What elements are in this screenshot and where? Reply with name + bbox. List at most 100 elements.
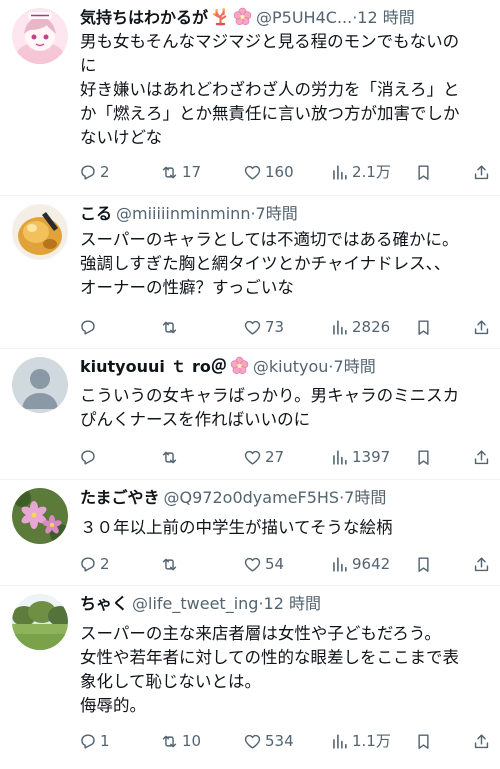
reply-button[interactable]: 2 xyxy=(78,552,110,576)
bookmark-button[interactable] xyxy=(414,315,433,339)
reply-button[interactable]: 2 xyxy=(78,160,110,184)
text-line: ３０年以上前の中学生が描いてそうな絵柄 xyxy=(80,518,393,537)
user-handle[interactable]: @life_tweet_ing xyxy=(132,594,258,613)
tweet-header: ちゃく @life_tweet_ing·12 時間 xyxy=(80,592,490,616)
bookmark-button[interactable] xyxy=(414,729,433,753)
cherry-blossom-emoji xyxy=(230,356,249,375)
heart-icon xyxy=(243,318,262,337)
tweet-text: スーパーの主な来店者層は女性や子どもだろう。 女性や若年者に対しての性的な眼差し… xyxy=(80,622,488,718)
retweet-button[interactable] xyxy=(160,315,182,339)
views-button[interactable]: 1397 xyxy=(330,445,390,469)
retweet-icon xyxy=(160,555,179,574)
reply-button[interactable] xyxy=(78,315,100,339)
reply-icon xyxy=(78,732,97,751)
like-count: 160 xyxy=(265,163,294,181)
display-name[interactable]: ちゃく xyxy=(80,594,128,613)
tweet-feed: 気持ちはわかるが @P5UH4C...·12 時間 男も女もそんなマジマジと見る程… xyxy=(0,0,500,769)
retweet-icon xyxy=(160,318,179,337)
text-line: ないけどな xyxy=(80,128,163,147)
cherry-blossom-emoji xyxy=(233,7,252,26)
display-name[interactable]: 気持ちはわかるが xyxy=(80,8,208,27)
reply-count: 2 xyxy=(100,163,110,181)
display-name[interactable]: こる xyxy=(80,204,112,223)
text-line: 男も女もそんなマジマジと見る程のモンでもないの xyxy=(80,32,460,51)
text-line: か「燃えろ」とか無責任に言い放つ方が加害でしか xyxy=(80,104,460,123)
action-bar: 2 17 160 2.1万 xyxy=(78,160,488,184)
user-handle[interactable]: @miiiiinminminn xyxy=(116,204,250,223)
retweet-button[interactable]: 17 xyxy=(160,160,201,184)
like-count: 534 xyxy=(265,732,294,750)
reply-count: 1 xyxy=(100,732,110,750)
timestamp[interactable]: 7時間 xyxy=(334,357,376,376)
timestamp[interactable]: 7時間 xyxy=(344,488,386,507)
display-name[interactable]: kiutyouui ｔ ro＠ xyxy=(80,357,227,376)
timestamp[interactable]: 12 時間 xyxy=(357,8,414,27)
reply-button[interactable]: 1 xyxy=(78,729,110,753)
action-bar: 73 2826 xyxy=(78,315,488,339)
like-button[interactable]: 73 xyxy=(243,315,284,339)
user-handle[interactable]: @Q972o0dyameF5HS xyxy=(164,488,340,507)
share-button[interactable] xyxy=(472,729,491,753)
timestamp[interactable]: 12 時間 xyxy=(264,594,321,613)
like-button[interactable]: 27 xyxy=(243,445,284,469)
reply-button[interactable] xyxy=(78,445,100,469)
text-line: に xyxy=(80,56,97,75)
avatar[interactable] xyxy=(12,488,68,544)
views-button[interactable]: 2.1万 xyxy=(330,160,391,184)
text-line: 侮辱的。 xyxy=(80,696,146,715)
retweet-icon xyxy=(160,448,179,467)
share-button[interactable] xyxy=(472,160,491,184)
tweet[interactable]: こる @miiiiinminminn·7時間 スーパーのキャラとしては不適切ではあ… xyxy=(0,196,500,349)
action-bar: 27 1397 xyxy=(78,445,488,469)
retweet-button[interactable] xyxy=(160,552,182,576)
views-button[interactable]: 2826 xyxy=(330,315,390,339)
reply-icon xyxy=(78,555,97,574)
share-button[interactable] xyxy=(472,552,491,576)
bookmark-button[interactable] xyxy=(414,160,433,184)
avatar[interactable] xyxy=(12,8,68,64)
display-name[interactable]: たまごやき xyxy=(80,488,160,507)
tweet[interactable]: kiutyouui ｔ ro＠ @kiutyou·7時間 こういうの女キャラばっか… xyxy=(0,349,500,480)
heart-icon xyxy=(243,555,262,574)
like-button[interactable]: 160 xyxy=(243,160,294,184)
tweet-text: ３０年以上前の中学生が描いてそうな絵柄 xyxy=(80,516,488,540)
tweet-text: 男も女もそんなマジマジと見る程のモンでもないの に 好き嫌いはあれどわざわざ人の… xyxy=(80,30,488,150)
like-button[interactable]: 534 xyxy=(243,729,294,753)
view-count: 2826 xyxy=(352,318,391,336)
share-button[interactable] xyxy=(472,315,491,339)
retweet-button[interactable]: 10 xyxy=(160,729,201,753)
views-icon xyxy=(330,163,349,182)
tweet[interactable]: 気持ちはわかるが @P5UH4C...·12 時間 男も女もそんなマジマジと見る程… xyxy=(0,0,500,196)
bookmark-icon xyxy=(414,163,433,182)
views-icon xyxy=(330,732,349,751)
share-icon xyxy=(472,555,491,574)
like-button[interactable]: 54 xyxy=(243,552,284,576)
share-icon xyxy=(472,163,491,182)
bookmark-icon xyxy=(414,318,433,337)
views-button[interactable]: 9642 xyxy=(330,552,390,576)
tweet-header: kiutyouui ｔ ro＠ @kiutyou·7時間 xyxy=(80,355,490,379)
view-count: 1397 xyxy=(352,448,391,466)
avatar[interactable] xyxy=(12,357,68,413)
avatar[interactable] xyxy=(12,594,68,650)
text-line: 好き嫌いはあれどわざわざ人の労力を「消えろ」と xyxy=(80,80,460,99)
tweet-header: たまごやき @Q972o0dyameF5HS·7時間 xyxy=(80,486,490,510)
tweet[interactable]: ちゃく @life_tweet_ing·12 時間 スーパーの主な来店者層は女性や… xyxy=(0,586,500,769)
tweet[interactable]: たまごやき @Q972o0dyameF5HS·7時間 ３０年以上前の中学生が描いて… xyxy=(0,480,500,586)
user-handle[interactable]: @kiutyou xyxy=(253,357,329,376)
timestamp[interactable]: 7時間 xyxy=(256,204,298,223)
bookmark-icon xyxy=(414,448,433,467)
share-button[interactable] xyxy=(472,445,491,469)
share-icon xyxy=(472,732,491,751)
reply-count: 2 xyxy=(100,555,110,573)
reply-icon xyxy=(78,448,97,467)
text-line: 女性や若年者に対しての性的な眼差しをここまで表 xyxy=(80,648,460,667)
bookmark-button[interactable] xyxy=(414,552,433,576)
views-button[interactable]: 1.1万 xyxy=(330,729,391,753)
retweet-button[interactable] xyxy=(160,445,182,469)
view-count: 1.1万 xyxy=(352,732,391,750)
user-handle[interactable]: @P5UH4C... xyxy=(256,8,352,27)
heart-icon xyxy=(243,732,262,751)
avatar[interactable] xyxy=(12,204,68,260)
bookmark-button[interactable] xyxy=(414,445,433,469)
